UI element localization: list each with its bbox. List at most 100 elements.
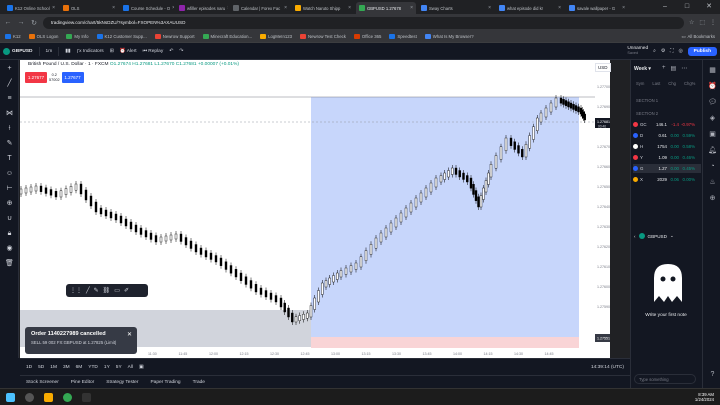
browser-tab[interactable]: Course Schedule - O × <box>120 2 174 14</box>
icons-icon[interactable]: ☺ <box>5 169 14 178</box>
app-icon[interactable] <box>82 392 91 402</box>
watchlist-row[interactable]: X 2029 0.06 0.00% <box>633 175 701 184</box>
bookmark-item[interactable]: OLS Logon <box>28 34 58 39</box>
bookmark-item[interactable]: Speedtest <box>389 34 417 39</box>
layout-name[interactable]: Unnamed Saved <box>627 46 648 56</box>
chart-type-icon[interactable]: ▮▮ <box>65 49 70 54</box>
range-button[interactable]: All <box>128 365 133 370</box>
tab-close-icon[interactable]: × <box>284 5 287 11</box>
timezone-label[interactable]: 14:39:14 (UTC) <box>591 365 624 370</box>
watchlist-row[interactable]: GC 146.1 -1.4 -0.97% <box>633 120 701 129</box>
alert-button[interactable]: ⏰ Alert <box>120 49 137 54</box>
indicators-button[interactable]: ƒx Indicators <box>76 49 103 54</box>
tab-close-icon[interactable]: × <box>112 5 115 11</box>
bookmark-item[interactable]: My Info <box>66 34 89 39</box>
help-icon[interactable]: ? <box>708 370 717 379</box>
price-chart[interactable]: 1.277001.276901.276801.276701.276601.276… <box>19 60 610 358</box>
chat-icon[interactable]: 💬︎ <box>708 98 717 107</box>
calc-icon[interactable]: ⊕ <box>708 194 717 203</box>
bookmark-item[interactable]: Newrow Support <box>154 34 195 39</box>
watchlist-title[interactable]: Week ▾ <box>634 66 651 72</box>
goto-date-icon[interactable]: ▣ <box>139 365 144 370</box>
minimize-icon[interactable]: – <box>654 0 676 14</box>
section-header[interactable]: SECTION 2 <box>636 111 658 116</box>
watchlist-row[interactable]: D 0.61 0.00 0.59% <box>633 131 701 140</box>
line-tool-icon[interactable]: ╱ <box>86 287 90 294</box>
search-icon[interactable]: ⌕ <box>653 48 656 54</box>
bookmark-item[interactable]: LogMeIn123 <box>260 34 292 39</box>
reload-icon[interactable]: ↻ <box>30 19 38 27</box>
bottom-tab[interactable]: Paper Trading <box>150 380 180 385</box>
bookmark-item[interactable]: Newrow Test Check <box>300 34 346 39</box>
buy-button[interactable]: 1.27677 <box>61 72 84 83</box>
pen-icon[interactable]: ✐ <box>124 287 129 294</box>
file-explorer-icon[interactable] <box>44 392 53 402</box>
url-input[interactable]: tradingview.com/chart/5kNsDZU/?symbol=FX… <box>43 16 684 29</box>
tab-close-icon[interactable]: × <box>488 5 491 11</box>
col-chg[interactable]: Chg <box>668 81 676 86</box>
fullscreen-icon[interactable]: ⛶ <box>670 48 673 54</box>
clock[interactable]: 8:39 AM 1/24/2024 <box>695 392 714 403</box>
browser-tab[interactable]: K12 Online School × <box>4 2 58 14</box>
range-button[interactable]: 1Y <box>104 365 110 370</box>
watchlist-row[interactable]: G 1.27 0.00 0.45% <box>633 164 701 173</box>
projection-icon[interactable]: ⟊ <box>5 124 14 133</box>
range-button[interactable]: YTD <box>88 365 98 370</box>
interval-button[interactable]: 1m <box>46 49 53 54</box>
tab-close-icon[interactable]: × <box>558 5 561 11</box>
tab-close-icon[interactable]: × <box>622 5 625 11</box>
col-chgpct[interactable]: Chg% <box>684 81 695 86</box>
browser-tab[interactable]: GBPUSD 1.27678 × <box>356 2 416 14</box>
tab-close-icon[interactable]: × <box>227 5 228 11</box>
tab-close-icon[interactable]: × <box>348 5 351 11</box>
bottom-tab[interactable]: Strategy Tester <box>106 380 138 385</box>
eye-icon[interactable]: ◉ <box>5 244 14 253</box>
snapshot-icon[interactable]: ◎ <box>678 49 682 54</box>
all-bookmarks[interactable]: ▭ All Bookmarks <box>681 34 715 40</box>
range-button[interactable]: 5D <box>38 365 44 370</box>
menu-icon[interactable]: ⋮ <box>710 19 716 26</box>
notes-input[interactable]: Type something <box>634 374 696 384</box>
sell-button[interactable]: 1.27677 <box>25 72 47 83</box>
maximize-icon[interactable]: □ <box>676 0 698 14</box>
tab-close-icon[interactable]: × <box>172 5 174 11</box>
back-chevron-icon[interactable]: ‹ <box>634 234 636 239</box>
measure-icon[interactable]: ⊢ <box>5 184 14 193</box>
rect-tool-icon[interactable]: ▭ <box>114 287 120 294</box>
bottom-tab[interactable]: Pine Editor <box>71 380 94 385</box>
add-symbol-icon[interactable]: + <box>662 65 666 72</box>
undo-icon[interactable]: ↶ <box>169 49 173 54</box>
browser-tab[interactable]: what episode did kr × <box>496 2 564 14</box>
extensions-icon[interactable]: ⬚ <box>699 19 705 26</box>
browser-tab[interactable]: OLS × <box>60 2 118 14</box>
bottom-tab[interactable]: Stock Screener <box>26 380 59 385</box>
bookmark-item[interactable]: K12 Customer Supp... <box>96 34 147 39</box>
more-icon[interactable]: ⋯ <box>681 65 687 72</box>
templates-icon[interactable]: ⊞ <box>110 49 114 54</box>
browser-tab[interactable]: Calendar | Forex Fac × <box>230 2 290 14</box>
chevron-down-icon[interactable]: ⌄ <box>670 233 674 239</box>
drag-handle-icon[interactable]: ⋮⋮ <box>70 287 82 294</box>
tab-close-icon[interactable]: × <box>410 5 413 11</box>
forward-icon[interactable]: → <box>17 19 25 26</box>
text-icon[interactable]: T <box>5 154 14 163</box>
browser-tab[interactable]: Sway Charts × <box>418 2 494 14</box>
layout-icon[interactable]: ▤ <box>671 65 677 72</box>
tab-close-icon[interactable]: × <box>52 5 55 11</box>
chrome-icon[interactable] <box>63 392 72 402</box>
notifications-icon[interactable]: 🔔︎ <box>708 146 717 155</box>
bookmark-item[interactable]: What Is My Browser? <box>424 34 474 39</box>
crosshair-icon[interactable]: + <box>5 64 14 73</box>
range-button[interactable]: 1D <box>26 365 32 370</box>
signals-icon[interactable]: ◔ <box>708 162 717 171</box>
watchlist-row[interactable]: H 1754 0.00 0.58% <box>633 142 701 151</box>
redo-icon[interactable]: ↷ <box>179 49 183 54</box>
col-sym[interactable]: Sym <box>636 81 644 86</box>
browser-tab[interactable]: savale wallpaper - G × <box>566 2 628 14</box>
star-icon[interactable]: ☆ <box>689 19 694 26</box>
calendar-icon[interactable]: ▣ <box>708 130 717 139</box>
hotlist-icon[interactable]: ♨ <box>708 178 717 187</box>
watchlist-row[interactable]: Y 1.09 0.00 0.46% <box>633 153 701 162</box>
search-icon[interactable] <box>25 392 34 402</box>
ideas-icon[interactable]: ◈ <box>708 114 717 123</box>
